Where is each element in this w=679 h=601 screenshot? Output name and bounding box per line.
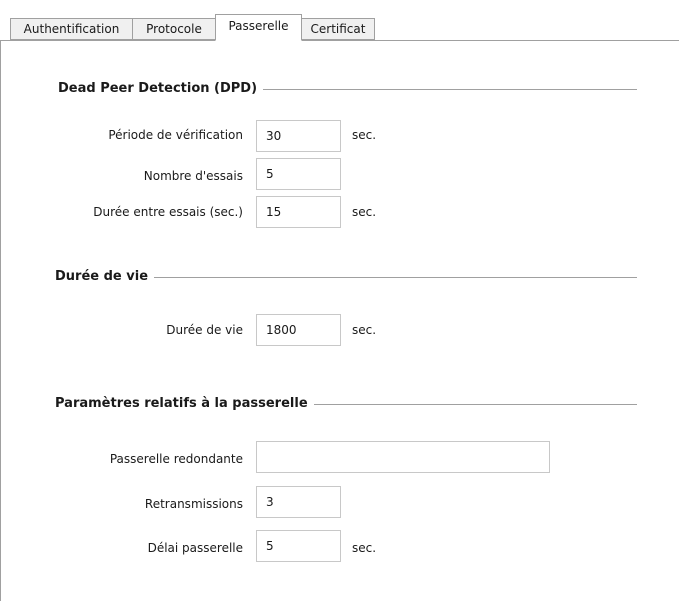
tab-divider (0, 40, 679, 41)
delai-label: Délai passerelle (147, 541, 243, 555)
retrans-label: Retransmissions (144, 497, 243, 511)
duree-entre-unit: sec. (352, 205, 377, 219)
vie-input[interactable] (256, 314, 341, 346)
section-dpd: Dead Peer Detection (DPD) (58, 80, 637, 100)
essais-input[interactable] (256, 158, 341, 190)
periode-unit: sec. (352, 128, 377, 142)
panel-border (0, 41, 1, 601)
tab-passerelle-label: Passerelle (228, 19, 289, 33)
duree-entre-label: Durée entre essais (sec.) (93, 205, 243, 219)
vie-unit: sec. (352, 323, 377, 337)
duree-entre-input[interactable] (256, 196, 341, 228)
section-vie-title: Durée de vie (55, 268, 155, 286)
section-dpd-title: Dead Peer Detection (DPD) (58, 80, 264, 98)
vie-label: Durée de vie (166, 323, 243, 337)
section-passerelle-title: Paramètres relatifs à la passerelle (55, 395, 314, 413)
section-passerelle: Paramètres relatifs à la passerelle (55, 395, 637, 415)
tab-passerelle[interactable]: Passerelle (215, 14, 302, 41)
tab-bar: Authentification Protocole Passerelle Ce… (0, 0, 679, 41)
tab-certificat-label: Certificat (310, 22, 366, 36)
tab-protocole-label: Protocole (146, 22, 202, 36)
retrans-input[interactable] (256, 486, 341, 518)
redondante-input[interactable] (256, 441, 550, 473)
periode-input[interactable] (256, 120, 341, 152)
delai-unit: sec. (352, 541, 377, 555)
tab-authentification[interactable]: Authentification (10, 18, 133, 40)
tab-certificat[interactable]: Certificat (301, 18, 375, 40)
essais-label: Nombre d'essais (143, 169, 243, 183)
tab-authentification-label: Authentification (23, 22, 120, 36)
tab-protocole[interactable]: Protocole (132, 18, 216, 40)
redondante-label: Passerelle redondante (109, 452, 243, 466)
section-vie: Durée de vie (55, 268, 637, 288)
periode-label: Période de vérification (108, 128, 243, 142)
delai-input[interactable] (256, 530, 341, 562)
